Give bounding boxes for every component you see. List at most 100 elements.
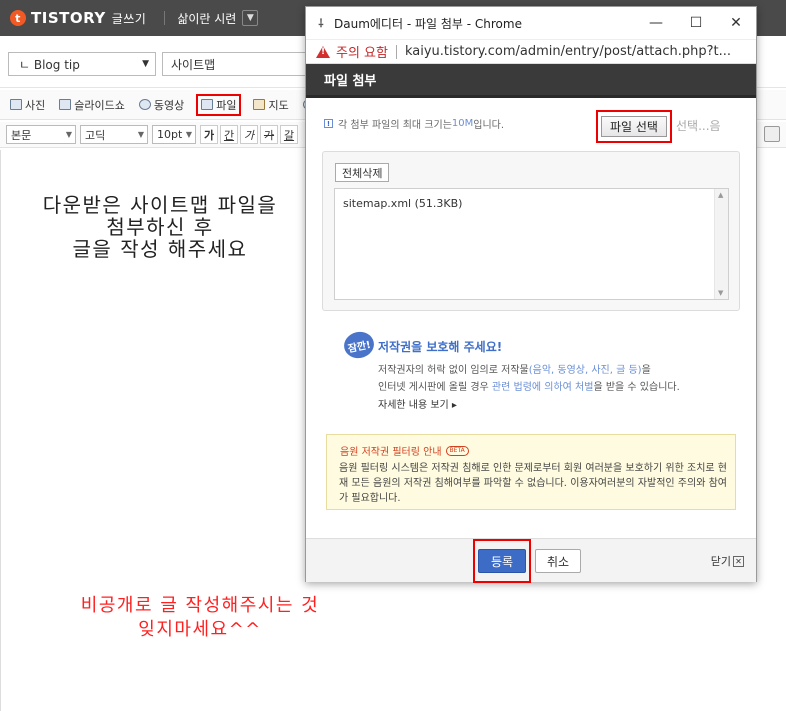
insert-slideshow-button[interactable]: 슬라이드쇼 [57,94,127,116]
close-label: 닫기 [710,555,731,568]
warning-icon [316,45,330,58]
font-color-glyph: 갈 [283,128,295,142]
photo-icon [10,99,22,110]
font-select[interactable]: 고딕 ▼ [80,125,148,144]
delete-all-button[interactable]: 전체삭제 [335,163,390,182]
beta-badge: BETA [445,445,469,456]
file-icon [201,99,214,110]
instruction-line: 글을 작성 해주세요 [72,237,248,261]
category-value: ㄴ Blog tip [19,57,80,72]
blog-selector[interactable]: 삶이란 시련 ▼ [164,10,259,27]
register-button[interactable]: 등록 [478,549,526,573]
notice-title: 음원 저작권 필터링 안내 BETA [340,443,469,458]
post-title-input[interactable]: 사이트맵 [162,52,322,76]
tistory-logo[interactable]: t TISTORY 글쓰기 [10,9,146,27]
logo-text: TISTORY [31,9,106,27]
file-select-button[interactable]: 파일 선택 [601,116,667,137]
more-details-link[interactable]: 자세한 내용 보기 ▸ [378,396,457,411]
reminder-line: 잊지마세요^^ [138,619,262,640]
file-select-status: 선택...음 [676,119,721,133]
font-value: 고딕 [85,128,106,142]
tool-label: 사진 [25,98,46,112]
instruction-line: 첨부하신 후 [106,215,214,239]
tool-label: 동영상 [153,98,185,112]
list-item[interactable]: sitemap.xml (51.3KB) [343,197,462,210]
blog-name: 삶이란 시련 [177,11,237,26]
insert-file-button[interactable]: 파일 [196,93,242,116]
tool-label: 파일 [216,98,237,112]
reminder-line: 비공개로 글 작성해주시는 것 [80,595,320,616]
slideshow-icon [59,99,72,110]
address-bar[interactable]: 주의 요함 kaiyu.tistory.com/admin/entry/post… [306,40,756,64]
divider [164,11,166,25]
cancel-button[interactable]: 취소 [535,549,581,573]
font-color-button[interactable]: 갈 [280,125,298,144]
window-titlebar: ⸸ Daum에디터 - 파일 첨부 - Chrome — ☐ ✕ [306,7,756,40]
font-size-select[interactable]: 10pt ▼ [152,125,196,144]
chevron-down-icon[interactable]: ▼ [242,10,259,26]
maximize-icon[interactable]: ☐ [676,7,716,40]
tool-label: 슬라이드쇼 [74,98,125,112]
strike-button[interactable]: 가 [260,125,278,144]
text-link: (음악, 동영상, 사진, 글 등) [528,365,642,376]
close-icon[interactable]: ✕ [716,7,756,40]
italic-button[interactable]: 가 [240,125,258,144]
save-icon[interactable] [764,126,780,142]
text-part: 인터넷 게시판에 올릴 경우 [378,382,492,393]
editor-instruction-text: 다운받은 사이트맵 파일을 첨부하신 후 글을 작성 해주세요 [0,194,320,260]
text-part: 을 받을 수 있습니다. [593,382,680,393]
note-before: 각 첨부 파일의 최대 크기는 [338,120,452,131]
video-icon [138,99,151,110]
daum-icon: ⸸ [318,16,324,30]
copyright-line-2: 인터넷 게시판에 올릴 경우 관련 법령에 의하여 처벌을 받을 수 있습니다. [378,379,738,396]
insert-map-button[interactable]: 지도 [251,94,290,116]
scroll-up-icon[interactable]: ▲ [718,191,723,199]
scroll-down-icon[interactable]: ▼ [718,289,723,297]
text-part: 을 [641,365,651,376]
security-warning[interactable]: 주의 요함 [336,42,388,61]
tool-label: 지도 [268,98,289,112]
info-icon: ! [324,119,333,128]
scrollbar[interactable]: ▲ ▼ [714,189,728,299]
file-list[interactable]: sitemap.xml (51.3KB) ▲ ▼ [334,188,729,300]
chevron-down-icon: ▼ [142,59,149,69]
copyright-line-1: 저작권자의 허락 없이 임의로 저작물(음악, 동영상, 사진, 글 등)을 [378,362,738,379]
file-attach-window: ⸸ Daum에디터 - 파일 첨부 - Chrome — ☐ ✕ 주의 요함 k… [305,6,757,583]
underline-button[interactable]: 간 [220,125,238,144]
paragraph-style-value: 본문 [11,128,32,142]
dialog-footer: 등록 취소 닫기 ✕ [306,538,756,583]
max-size-note: ! 각 첨부 파일의 최대 크기는 10M 입니다. [324,116,504,131]
paragraph-style-select[interactable]: 본문 ▼ [6,125,76,144]
text-part: 저작권자의 허락 없이 임의로 저작물 [378,365,529,376]
note-size: 10M [451,118,474,129]
post-title-value: 사이트맵 [171,57,216,72]
write-label: 글쓰기 [111,11,147,26]
minimize-icon[interactable]: — [636,7,676,40]
map-icon [253,99,266,110]
dialog-header: 파일 첨부 [306,64,756,98]
file-select-highlight: 파일 선택 [596,110,672,143]
copyright-text: 저작권자의 허락 없이 임의로 저작물(음악, 동영상, 사진, 글 등)을 인… [378,362,738,396]
wait-badge-icon: 잠깐! [341,329,377,361]
insert-video-button[interactable]: 동영상 [137,94,186,116]
music-filter-notice: 음원 저작권 필터링 안내 BETA 음원 필터링 시스템은 저작권 침해로 인… [326,434,736,510]
strike-glyph: 가 [263,128,275,142]
italic-glyph: 가 [243,128,255,142]
attached-files-panel: 전체삭제 sitemap.xml (51.3KB) ▲ ▼ [322,151,740,311]
category-select[interactable]: ㄴ Blog tip ▼ [8,52,156,76]
notice-title-text: 음원 저작권 필터링 안내 [340,447,442,458]
ok-highlight: 등록 [473,539,531,583]
insert-photo-button[interactable]: 사진 [8,94,47,116]
close-button[interactable]: 닫기 ✕ [711,553,744,569]
divider [395,44,397,59]
chevron-down-icon: ▼ [137,130,144,139]
url-text: kaiyu.tistory.com/admin/entry/post/attac… [404,44,732,59]
chevron-down-icon: ▼ [185,130,192,139]
text-link: 관련 법령에 의하여 처벌 [491,382,594,393]
instruction-line: 다운받은 사이트맵 파일을 [42,193,278,217]
note-after: 입니다. [473,120,505,131]
window-title: Daum에디터 - 파일 첨부 - Chrome [334,16,522,31]
dialog-body: ! 각 첨부 파일의 최대 크기는 10M 입니다. 파일 선택 선택...음 … [306,98,756,526]
bold-button[interactable]: 가 [200,125,218,144]
close-icon: ✕ [733,555,744,567]
